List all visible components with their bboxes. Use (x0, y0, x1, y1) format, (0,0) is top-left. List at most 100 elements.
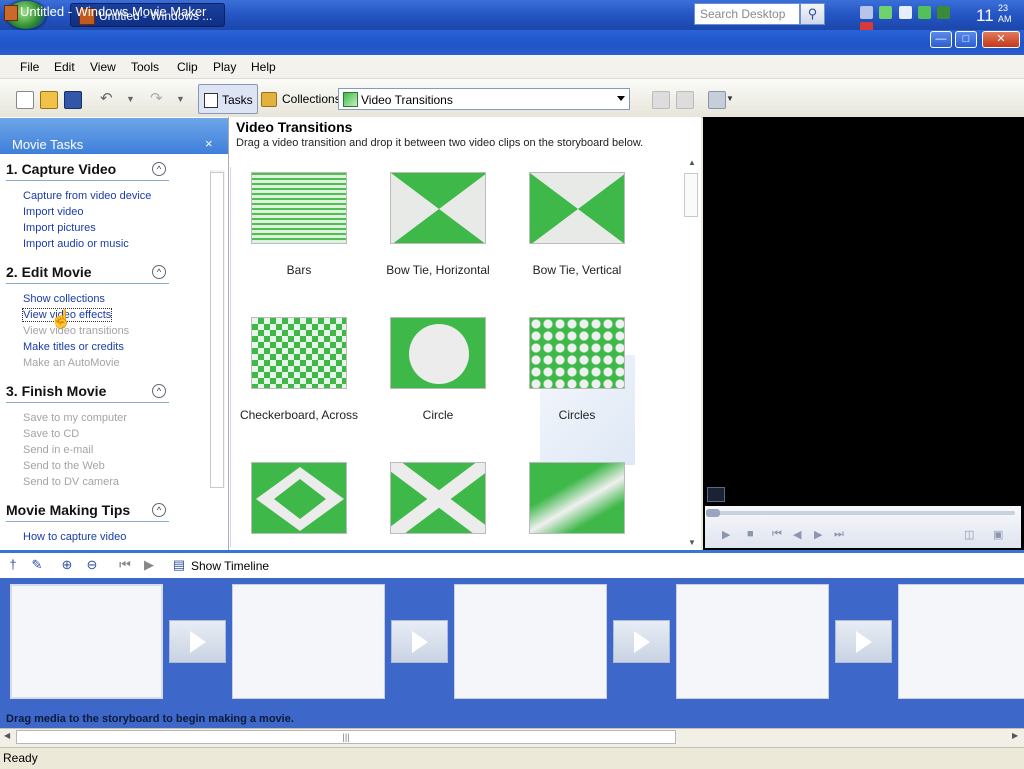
split-screen-icon[interactable] (707, 487, 725, 502)
seek-slider[interactable] (708, 511, 1015, 515)
preview-monitor[interactable] (703, 117, 1024, 550)
storyboard-transition-slot[interactable] (835, 620, 892, 663)
link-capture-from-device[interactable]: Capture from video device (23, 190, 151, 202)
collapse-chevron-icon[interactable]: ^ (152, 162, 166, 176)
timeline-icon[interactable]: ▤ (172, 558, 186, 572)
transition-bars[interactable] (251, 172, 347, 244)
link-make-titles[interactable]: Make titles or credits (23, 341, 124, 353)
redo-dropdown-icon[interactable]: ▼ (176, 91, 192, 107)
network-icon[interactable] (879, 6, 893, 19)
transition-circle[interactable] (390, 317, 486, 389)
storyboard-transition-slot[interactable] (613, 620, 670, 663)
scroll-left-icon[interactable]: ◀ (4, 731, 10, 740)
transition-diagonal-fade[interactable] (529, 462, 625, 534)
scroll-up-icon[interactable]: ▲ (688, 158, 696, 167)
rewind-icon[interactable]: ◀ (793, 528, 801, 541)
collapse-chevron-icon[interactable]: ^ (152, 503, 166, 517)
split-clip-icon[interactable]: ◫ (964, 528, 974, 541)
storyboard-transition-slot[interactable] (391, 620, 448, 663)
snapshot-icon[interactable]: ▣ (993, 528, 1003, 541)
transition-circles[interactable] (529, 317, 625, 389)
up-folder-icon[interactable] (652, 91, 670, 109)
app-icon[interactable] (4, 5, 18, 21)
desktop-search-input[interactable]: Search Desktop (694, 3, 800, 25)
search-button[interactable]: ⚲ (800, 3, 825, 25)
collapse-chevron-icon[interactable]: ^ (152, 384, 166, 398)
transition-diagonal-cross[interactable] (390, 462, 486, 534)
collections-icon[interactable] (261, 92, 277, 107)
storyboard-clip-slot[interactable] (676, 584, 829, 699)
transition-diamond[interactable] (251, 462, 347, 534)
collection-scroll-thumb[interactable] (684, 173, 698, 217)
seek-handle[interactable] (706, 509, 720, 517)
menu-tools[interactable]: Tools (131, 60, 159, 74)
views-icon[interactable] (708, 91, 726, 109)
next-frame-icon[interactable]: ⏭ (834, 528, 844, 541)
storyboard-clip-slot[interactable] (898, 584, 1024, 699)
play-storyboard-icon[interactable]: ▶ (142, 558, 156, 572)
link-show-collections[interactable]: Show collections (23, 293, 105, 305)
storyboard-transition-slot[interactable] (169, 620, 226, 663)
zoom-in-icon[interactable]: ⊕ (60, 558, 74, 572)
tasks-scroll-thumb[interactable] (210, 172, 224, 488)
clock-minute: 23 (998, 3, 1009, 13)
link-how-to-capture[interactable]: How to capture video (23, 531, 126, 543)
undo-icon[interactable]: ↶ (100, 91, 116, 107)
narration-icon[interactable]: † (6, 558, 20, 572)
show-timeline-button[interactable]: Show Timeline (191, 559, 269, 573)
transition-bow-tie-vertical[interactable] (529, 172, 625, 244)
menu-edit[interactable]: Edit (54, 60, 75, 74)
menu-play[interactable]: Play (213, 60, 236, 74)
movie-tasks-title: Movie Tasks (12, 137, 84, 152)
close-button[interactable]: ✕ (982, 31, 1020, 48)
menu-clip[interactable]: Clip (177, 60, 198, 74)
menu-file[interactable]: File (20, 60, 39, 74)
views-dropdown-icon[interactable]: ▼ (726, 91, 734, 107)
taskbar-clock[interactable]: 11 23 AM (976, 3, 1022, 27)
new-project-icon[interactable] (16, 91, 34, 109)
section-finish-movie-title[interactable]: 3. Finish Movie (6, 383, 106, 399)
collections-dropdown[interactable]: Video Transitions (338, 88, 630, 110)
scroll-down-icon[interactable]: ▼ (688, 538, 696, 547)
transition-label: Checkerboard, Across (239, 408, 359, 422)
shield-icon[interactable] (937, 6, 951, 19)
transition-arrow-icon (190, 631, 206, 653)
forward-icon[interactable]: ▶ (814, 528, 822, 541)
link-import-pictures[interactable]: Import pictures (23, 222, 96, 234)
audio-levels-icon[interactable]: ✎ (30, 558, 44, 572)
zoom-out-icon[interactable]: ⊖ (85, 558, 99, 572)
window-titlebar[interactable] (0, 30, 1024, 55)
storyboard-clip-slot[interactable] (454, 584, 607, 699)
open-project-icon[interactable] (40, 91, 58, 109)
transition-bow-tie-horizontal[interactable] (390, 172, 486, 244)
redo-icon[interactable]: ↷ (150, 91, 166, 107)
undo-dropdown-icon[interactable]: ▼ (126, 91, 142, 107)
stop-icon[interactable]: ■ (747, 528, 754, 540)
menu-help[interactable]: Help (251, 60, 276, 74)
link-import-video[interactable]: Import video (23, 206, 84, 218)
section-movie-tips-title[interactable]: Movie Making Tips (6, 502, 130, 518)
collapse-chevron-icon[interactable]: ^ (152, 265, 166, 279)
scroll-right-icon[interactable]: ▶ (1012, 731, 1018, 740)
bluetooth-icon[interactable] (898, 6, 912, 19)
storyboard-scroll-thumb[interactable]: ||| (16, 730, 676, 744)
tasks-toggle-button[interactable]: Tasks (198, 84, 258, 114)
transition-label: Bars (286, 263, 312, 277)
link-import-audio[interactable]: Import audio or music (23, 238, 129, 250)
previous-frame-icon[interactable]: ⏮ (772, 528, 782, 541)
minimize-button[interactable]: — (930, 31, 952, 48)
transition-checkerboard[interactable] (251, 317, 347, 389)
play-icon[interactable]: ▶ (722, 528, 730, 541)
storyboard-clip-slot[interactable] (10, 584, 163, 699)
section-capture-video-title[interactable]: 1. Capture Video (6, 161, 116, 177)
storyboard-clip-slot[interactable] (232, 584, 385, 699)
menu-view[interactable]: View (90, 60, 116, 74)
section-edit-movie-title[interactable]: 2. Edit Movie (6, 264, 92, 280)
rewind-storyboard-icon[interactable]: ⏮ (118, 558, 132, 572)
maximize-button[interactable]: □ (955, 31, 977, 48)
new-folder-icon[interactable] (676, 91, 694, 109)
volume-icon[interactable] (860, 6, 873, 19)
tray-app-icon[interactable] (918, 6, 932, 19)
save-project-icon[interactable] (64, 91, 82, 109)
close-icon[interactable]: × (205, 136, 213, 151)
